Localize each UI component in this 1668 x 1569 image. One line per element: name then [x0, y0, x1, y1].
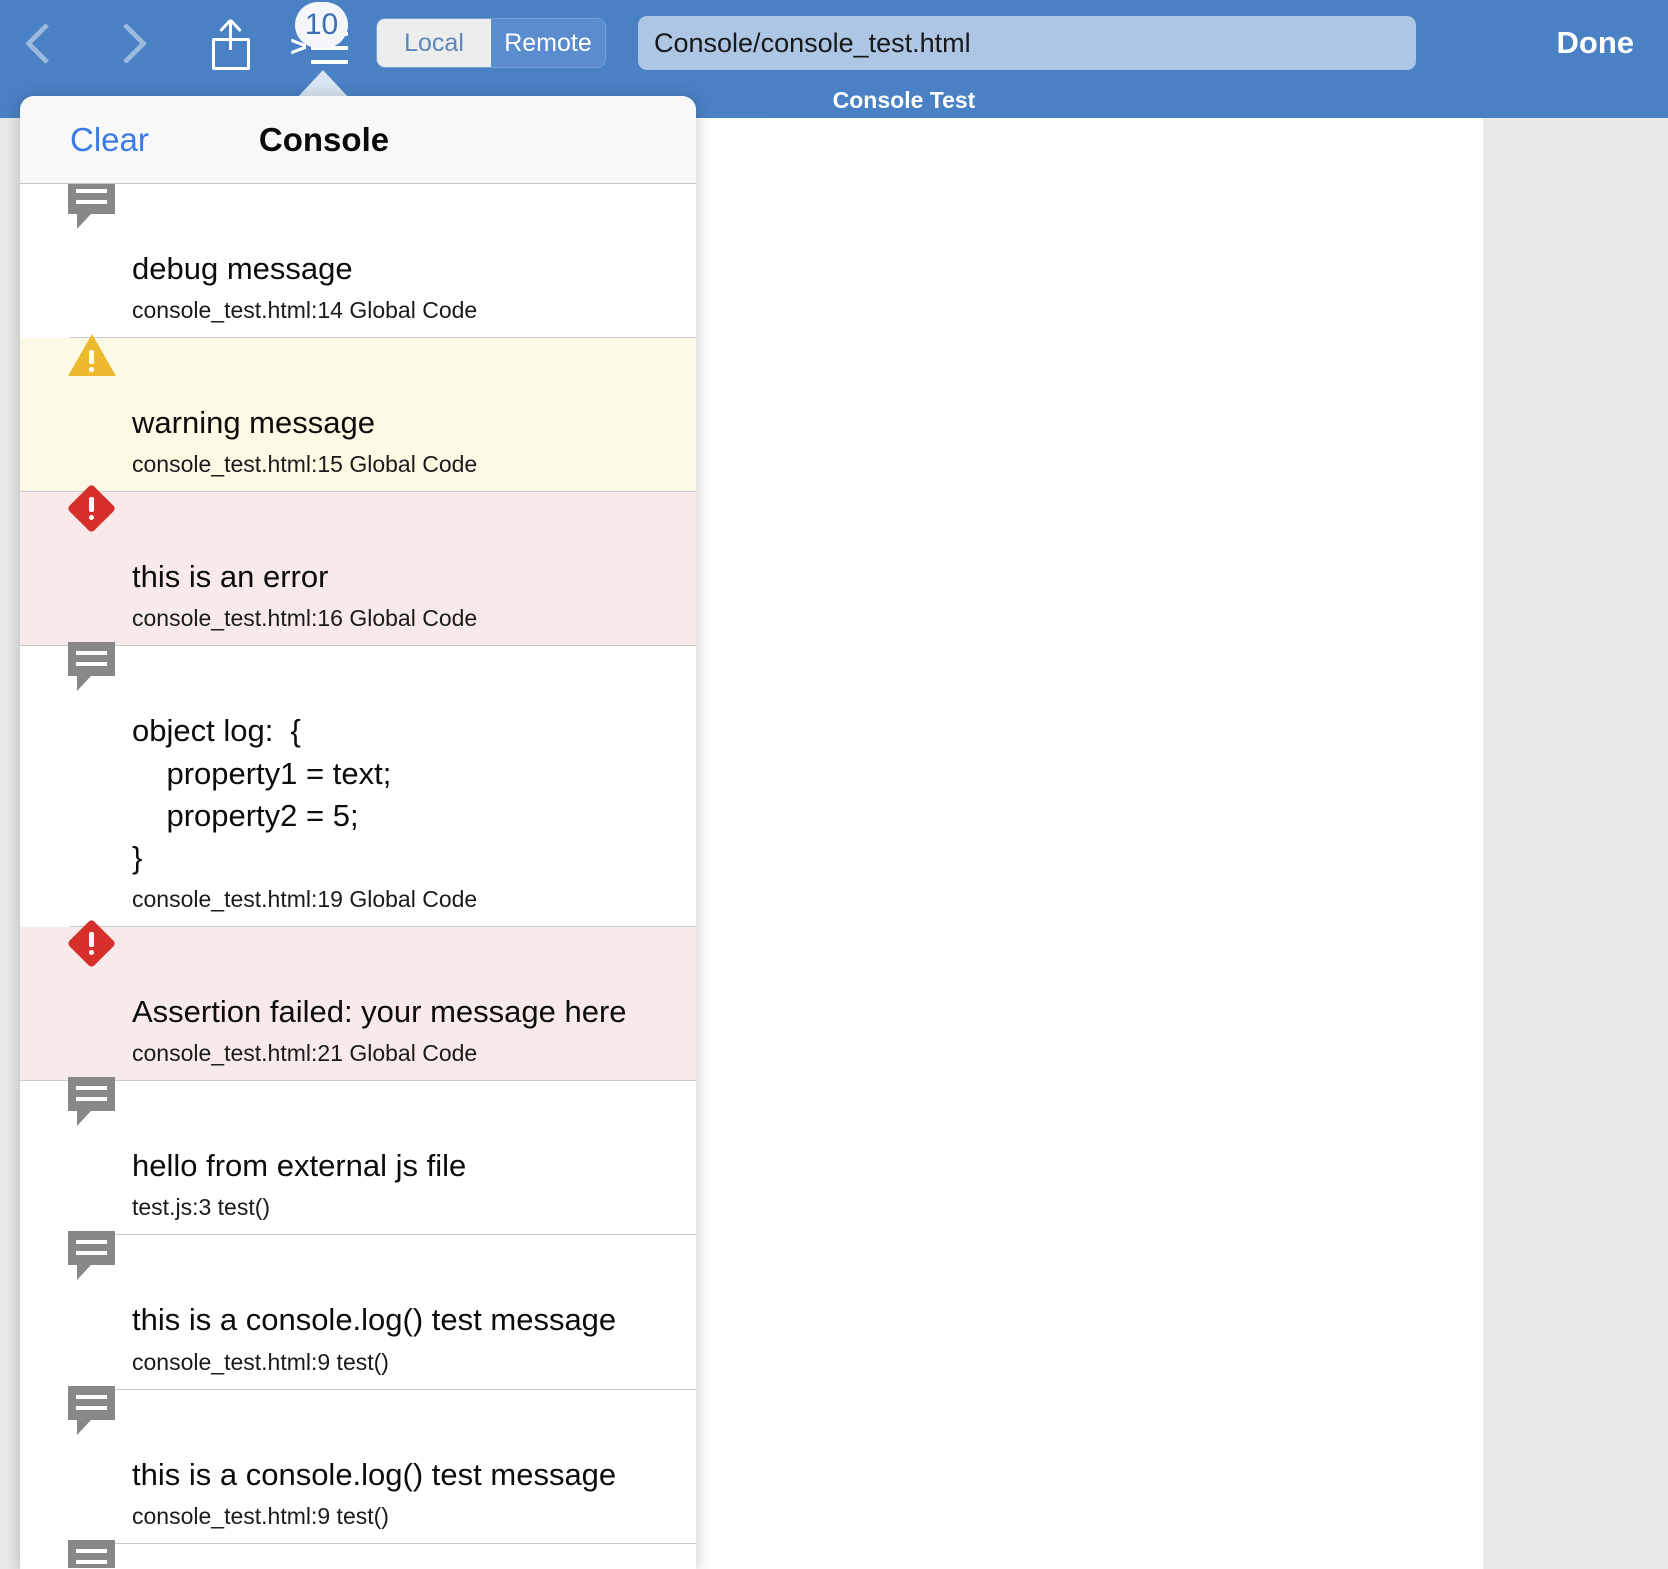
message-bubble-icon [68, 638, 116, 686]
console-message-list[interactable]: debug message console_test.html:14 Global… [20, 184, 696, 1568]
error-diamond-icon [68, 484, 116, 532]
console-message-body: Assertion failed: your message here conso… [132, 991, 696, 1067]
console-message-text: object log: { property1 = text; property… [132, 710, 678, 879]
console-message-source: console_test.html:14 Global Code [132, 297, 678, 324]
message-bubble-icon [68, 184, 116, 224]
console-toggle-button[interactable]: > 10 [290, 22, 348, 66]
chevron-left-icon [28, 20, 54, 64]
console-message-row[interactable]: debug message console_test.html:14 Global… [20, 184, 696, 338]
chevron-right-icon [113, 20, 139, 64]
console-message-row[interactable]: this is a console.log() test message cons… [20, 1390, 696, 1544]
console-message-source: console_test.html:21 Global Code [132, 1040, 678, 1067]
console-message-row[interactable]: this is a console.log() test message cons… [20, 1235, 696, 1389]
message-bubble-icon [68, 1227, 116, 1275]
console-message-body: this is a console.log() test message cons… [132, 1454, 696, 1530]
popover-arrow [296, 70, 350, 99]
console-message-row[interactable]: object log: { property1 = text; property… [20, 646, 696, 927]
message-bubble-icon [68, 1073, 116, 1121]
console-message-text: this is a console.log() test message [132, 1454, 678, 1496]
console-popover-header: Clear Console [20, 96, 696, 184]
warning-triangle-icon [68, 330, 116, 378]
url-input[interactable]: Console/console_test.html [638, 16, 1416, 70]
source-segmented-control[interactable]: Local Remote [376, 18, 606, 68]
console-popover: Clear Console debug message console_test.… [20, 96, 696, 1569]
console-message-source: test.js:3 test() [132, 1194, 678, 1221]
console-message-body: this is a console.log() test message cons… [132, 1299, 696, 1375]
browser-toolbar: > 10 Local Remote Console/console_test.h… [0, 0, 1668, 84]
console-message-text: warning message [132, 402, 678, 444]
error-diamond-icon [68, 919, 116, 967]
done-button[interactable]: Done [1557, 16, 1635, 70]
console-message-source: console_test.html:15 Global Code [132, 451, 678, 478]
console-message-source: console_test.html:9 test() [132, 1349, 678, 1376]
console-message-body: this is an error console_test.html:16 Glo… [132, 556, 696, 632]
console-message-row[interactable]: this is an error console_test.html:16 Glo… [20, 492, 696, 646]
console-message-source: console_test.html:16 Global Code [132, 605, 678, 632]
console-message-text: this is a console.log() test message [132, 1299, 678, 1341]
page-title: Console Test [833, 87, 976, 114]
console-message-text: hello from external js file [132, 1145, 678, 1187]
console-message-count-badge: 10 [295, 2, 348, 48]
back-button[interactable] [28, 0, 54, 84]
console-message-body: warning message console_test.html:15 Glob… [132, 402, 696, 478]
console-message-text: Assertion failed: your message here [132, 991, 678, 1033]
console-message-body: object log: { property1 = text; property… [132, 710, 696, 913]
console-message-text: debug message [132, 248, 678, 290]
console-message-source: console_test.html:19 Global Code [132, 886, 678, 913]
console-icon-line [311, 60, 348, 64]
console-message-row[interactable]: hello from external js file test.js:3 tes… [20, 1081, 696, 1235]
browser-window: ot errors and log messages using the con… [0, 0, 1668, 1569]
segment-local[interactable]: Local [377, 19, 491, 67]
url-input-value: Console/console_test.html [654, 28, 971, 59]
message-bubble-icon [68, 1382, 116, 1430]
console-message-row[interactable]: warning message console_test.html:15 Glob… [20, 338, 696, 492]
share-icon-arrow [221, 18, 240, 30]
console-message-row[interactable]: this is a console.log() test messagecons… [20, 1544, 696, 1568]
forward-button[interactable] [113, 0, 139, 84]
console-popover-title: Console [20, 121, 662, 159]
console-message-body: debug message console_test.html:14 Global… [132, 248, 696, 324]
console-message-text: this is an error [132, 556, 678, 598]
message-bubble-icon [68, 1536, 116, 1568]
console-message-row[interactable]: Assertion failed: your message here conso… [20, 927, 696, 1081]
console-message-source: console_test.html:9 test() [132, 1503, 678, 1530]
share-button[interactable] [208, 16, 254, 70]
segment-remote[interactable]: Remote [491, 19, 605, 67]
page-right-gutter [1483, 84, 1668, 1569]
console-message-body: hello from external js file test.js:3 tes… [132, 1145, 696, 1221]
